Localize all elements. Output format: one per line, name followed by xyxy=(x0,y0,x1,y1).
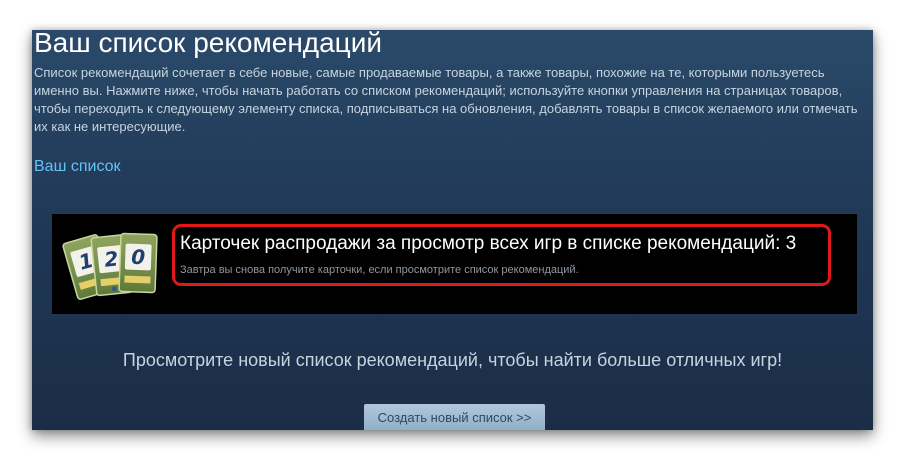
cards-subtext: Завтра вы снова получите карточки, если … xyxy=(180,264,579,276)
cards-highlight-box: Карточек распродажи за просмотр всех игр… xyxy=(172,224,831,286)
create-new-queue-button[interactable]: Создать новый список >> xyxy=(364,404,545,430)
discovery-queue-page: Ваш список рекомендаций Список рекоменда… xyxy=(32,30,873,430)
cards-heading: Карточек распродажи за просмотр всех игр… xyxy=(180,233,797,254)
page-title: Ваш список рекомендаций xyxy=(34,30,383,58)
trading-cards-icon: 1 2 0 xyxy=(62,232,158,300)
page-description: Список рекомендаций сочетает в себе новы… xyxy=(34,65,858,134)
trading-card: 0 xyxy=(118,232,158,294)
card-glyph: 0 xyxy=(131,245,146,269)
your-list-link[interactable]: Ваш список xyxy=(34,158,121,176)
card-glyph: 2 xyxy=(103,246,119,271)
sale-cards-panel: 1 2 0 Карточек распродажи за просмотр вс… xyxy=(52,214,857,314)
new-queue-prompt: Просмотрите новый список рекомендаций, ч… xyxy=(122,350,783,370)
